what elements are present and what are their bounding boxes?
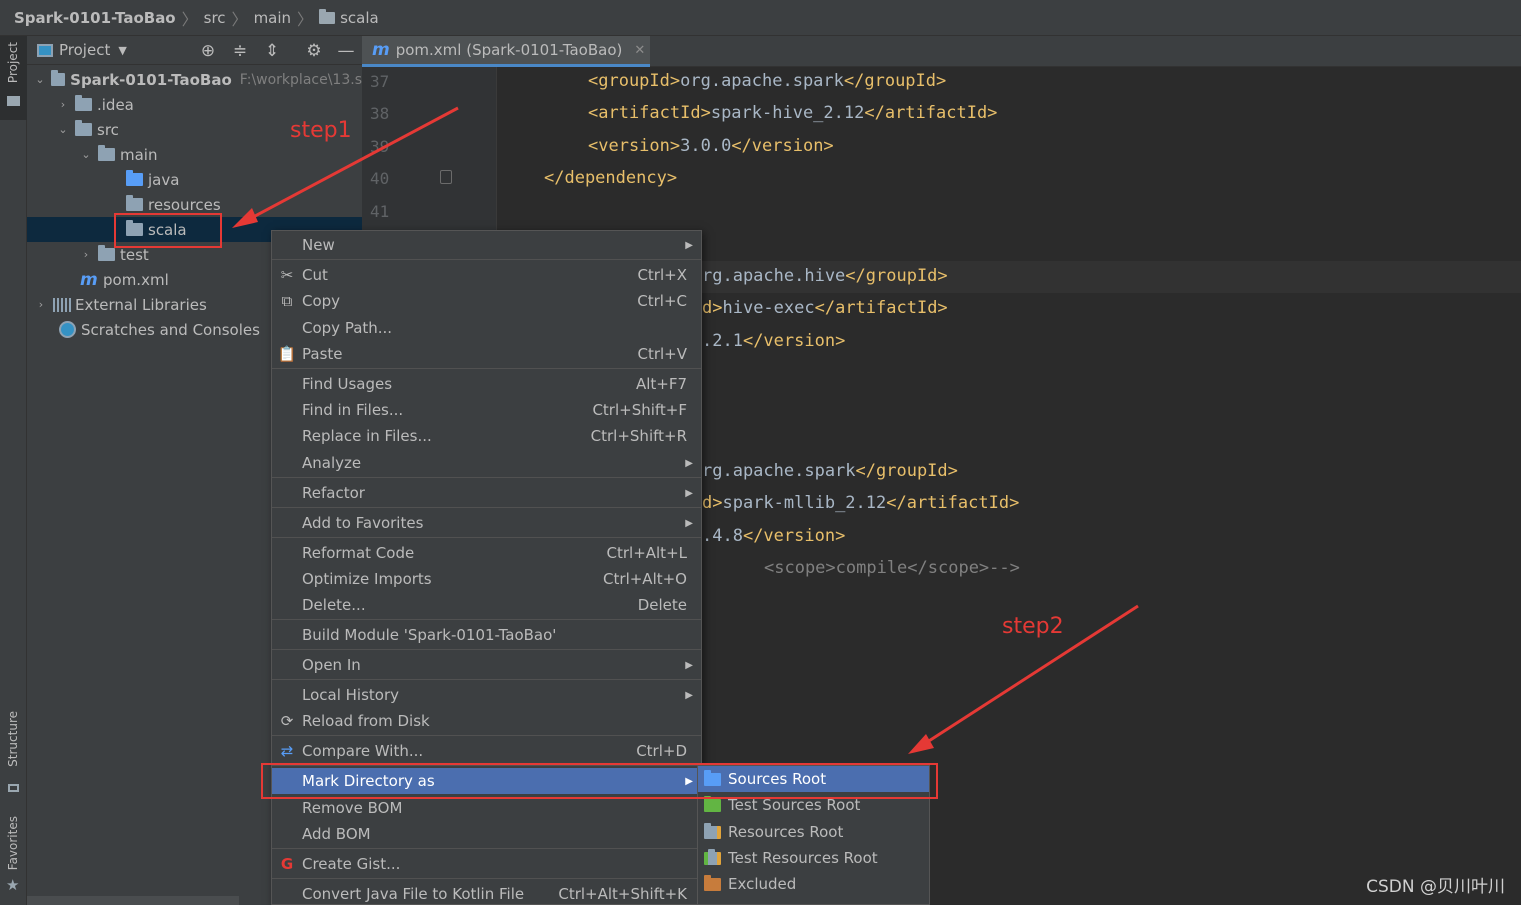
watermark: CSDN @贝川叶川 xyxy=(1366,877,1505,897)
step1-arrow xyxy=(239,106,459,226)
step1-arrowhead xyxy=(232,208,258,228)
step2-arrow xyxy=(917,604,1139,750)
annotation-arrows xyxy=(232,106,1139,754)
step2-arrowhead xyxy=(908,734,934,754)
